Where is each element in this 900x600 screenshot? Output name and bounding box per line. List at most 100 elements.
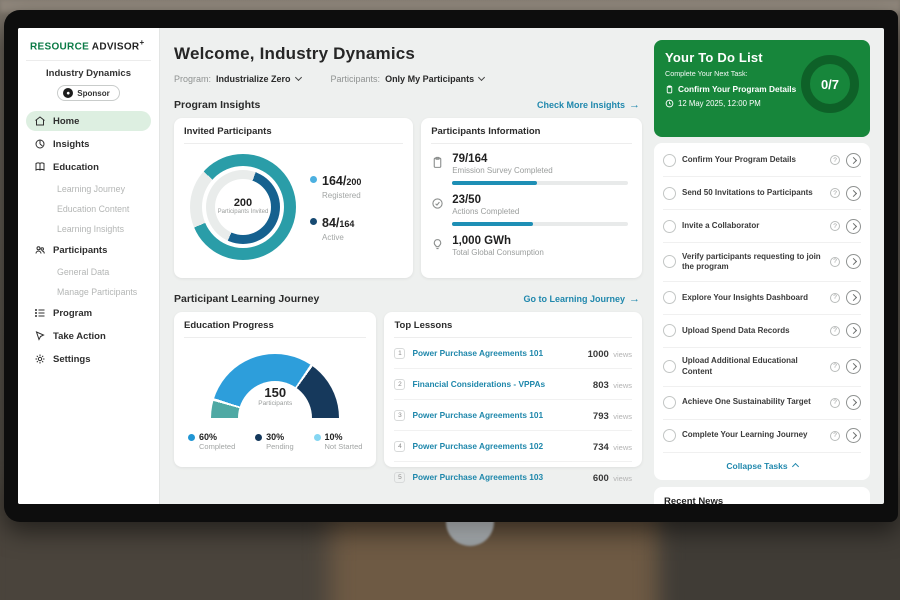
info-icon[interactable]: ? (830, 431, 840, 441)
invited-chart-area: 200 Participants Invited (184, 144, 403, 260)
views-suffix: views (613, 443, 632, 452)
info-icon[interactable]: ? (830, 326, 840, 336)
sidebar-item-learning-insights[interactable]: Learning Insights (26, 220, 151, 237)
checkbox[interactable] (663, 154, 676, 167)
chevron-right-button[interactable] (846, 290, 861, 305)
participants-filter-label: Participants: (331, 74, 381, 84)
views-count: 1000 (588, 349, 609, 360)
checkbox[interactable] (663, 324, 676, 337)
task-row[interactable]: Achieve One Sustainability Target ? (663, 387, 861, 420)
sidebar-item-label: Participants (53, 245, 107, 256)
lesson-link[interactable]: Power Purchase Agreements 102 (412, 441, 585, 451)
chevron-right-button[interactable] (846, 395, 861, 410)
program-filter-value: Industrialize Zero (216, 74, 291, 84)
task-row[interactable]: Confirm Your Program Details ? (663, 144, 861, 177)
chevron-right-button[interactable] (846, 323, 861, 338)
checkbox[interactable] (663, 291, 676, 304)
education-progress-card: Education Progress 150 Participants (174, 312, 376, 467)
program-icon (34, 307, 46, 319)
task-label: Verify participants requesting to join t… (682, 252, 824, 273)
todo-header-panel: Your To Do List Complete Your Next Task:… (654, 40, 870, 137)
participants-filter[interactable]: Participants: Only My Participants (331, 74, 485, 84)
info-icon[interactable]: ? (830, 293, 840, 303)
task-row[interactable]: Verify participants requesting to join t… (663, 243, 861, 282)
checkbox[interactable] (663, 429, 676, 442)
checkbox[interactable] (663, 255, 676, 268)
views-suffix: views (613, 474, 632, 483)
completed-label: Completed (199, 442, 235, 451)
info-icon[interactable]: ? (830, 398, 840, 408)
info-icon[interactable]: ? (830, 257, 840, 267)
chevron-right-button[interactable] (846, 359, 861, 374)
invited-donut-inner: 200 Participants Invited (206, 170, 280, 244)
sidebar-item-home[interactable]: Home (26, 111, 151, 131)
active-total: 164 (339, 219, 354, 229)
checkbox[interactable] (663, 187, 676, 200)
views-count: 734 (593, 442, 609, 453)
task-row[interactable]: Upload Additional Educational Content ? (663, 348, 861, 387)
task-label: Upload Additional Educational Content (682, 356, 824, 377)
card-title: Invited Participants (184, 126, 403, 144)
chevron-right-button[interactable] (846, 186, 861, 201)
sidebar-item-label: General Data (57, 267, 109, 277)
sidebar-item-take-action[interactable]: Take Action (26, 326, 151, 346)
progress-track (452, 222, 628, 226)
sidebar-item-education[interactable]: Education (26, 157, 151, 177)
sidebar-item-manage-participants[interactable]: Manage Participants (26, 283, 151, 300)
sidebar-item-insights[interactable]: Insights (26, 134, 151, 154)
lesson-link[interactable]: Power Purchase Agreements 103 (412, 472, 585, 482)
sidebar-item-participants[interactable]: Participants (26, 240, 151, 260)
chevron-right-button[interactable] (846, 153, 861, 168)
lesson-link[interactable]: Financial Considerations - VPPAs (412, 379, 585, 389)
task-row[interactable]: Invite a Collaborator ? (663, 210, 861, 243)
info-icon[interactable]: ? (830, 221, 840, 231)
collapse-tasks-link[interactable]: Collapse Tasks (663, 453, 861, 475)
task-row[interactable]: Complete Your Learning Journey ? (663, 420, 861, 453)
pending-dot-icon (255, 434, 262, 441)
invited-participants-card: Invited Participants 200 Participants In… (174, 118, 413, 278)
sidebar-item-label: Insights (53, 139, 89, 150)
sidebar-item-learning-journey[interactable]: Learning Journey (26, 180, 151, 197)
info-icon[interactable]: ? (830, 155, 840, 165)
sponsor-icon: ● (63, 88, 73, 98)
info-icon[interactable]: ? (830, 362, 840, 372)
sidebar-item-program[interactable]: Program (26, 303, 151, 323)
card-title: Participants Information (431, 126, 632, 144)
filter-bar: Program: Industrialize Zero Participants… (174, 74, 642, 84)
monitor-bezel: RESOURCE ADVISOR+ Industry Dynamics ● Sp… (4, 10, 898, 522)
task-row[interactable]: Upload Spend Data Records ? (663, 315, 861, 348)
logo-part1: RESOURCE (30, 41, 89, 52)
todo-next-task: Confirm Your Program Details (665, 84, 796, 94)
registered-dot-icon (310, 176, 317, 183)
chevron-right-button[interactable] (846, 254, 861, 269)
participants-information-card: Participants Information 79/164 Emission… (421, 118, 642, 278)
not-started-pct: 10% (325, 432, 363, 442)
logo-plus: + (139, 38, 144, 47)
checkbox[interactable] (663, 220, 676, 233)
go-to-learning-journey-link[interactable]: Go to Learning Journey (523, 293, 640, 305)
clipboard-icon (665, 85, 674, 94)
check-more-insights-link[interactable]: Check More Insights (537, 99, 640, 111)
sidebar-item-label: Education (53, 162, 99, 173)
progress-fill (452, 181, 537, 185)
link-label: Go to Learning Journey (523, 294, 625, 304)
lesson-link[interactable]: Power Purchase Agreements 101 (412, 410, 585, 420)
task-row[interactable]: Explore Your Insights Dashboard ? (663, 282, 861, 315)
program-filter[interactable]: Program: Industrialize Zero (174, 74, 301, 84)
sidebar-item-settings[interactable]: Settings (26, 349, 151, 369)
participants-filter-value: Only My Participants (385, 74, 474, 84)
sidebar-item-general-data[interactable]: General Data (26, 263, 151, 280)
card-title: Education Progress (184, 320, 366, 338)
chevron-right-button[interactable] (846, 219, 861, 234)
views-count: 600 (593, 473, 609, 484)
checkbox[interactable] (663, 360, 676, 373)
task-row[interactable]: Send 50 Invitations to Participants ? (663, 177, 861, 210)
lesson-link[interactable]: Power Purchase Agreements 101 (412, 348, 580, 358)
chevron-right-button[interactable] (846, 428, 861, 443)
info-icon[interactable]: ? (830, 188, 840, 198)
rank-badge: 3 (394, 410, 405, 421)
sidebar-item-label: Program (53, 308, 92, 319)
lesson-row: 2 Financial Considerations - VPPAs 803 v… (394, 369, 632, 400)
checkbox[interactable] (663, 396, 676, 409)
sidebar-item-education-content[interactable]: Education Content (26, 200, 151, 217)
